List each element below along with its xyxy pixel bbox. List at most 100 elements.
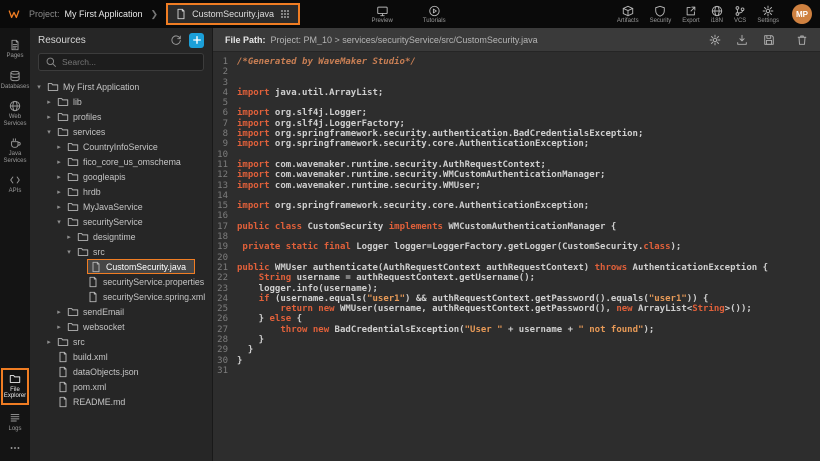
sidebar-item-java-services[interactable]: Java Services bbox=[1, 134, 29, 167]
tree-item-build-xml[interactable]: build.xml bbox=[30, 349, 212, 364]
tree-item-securityservice-spring-xml[interactable]: securityService.spring.xml bbox=[30, 289, 212, 304]
topbar-item-i18n[interactable]: i18N bbox=[711, 5, 723, 24]
code-line-20[interactable]: 20 bbox=[213, 253, 820, 263]
topbar-item-preview[interactable]: Preview bbox=[371, 5, 392, 24]
topbar-item-artifacts[interactable]: Artifacts bbox=[617, 5, 639, 24]
code-line-4[interactable]: 4import java.util.ArrayList; bbox=[213, 88, 820, 98]
chevron-right-icon[interactable]: ▸ bbox=[55, 203, 63, 211]
chevron-right-icon[interactable]: ▸ bbox=[55, 188, 63, 196]
code-line-6[interactable]: 6import org.slf4j.Logger; bbox=[213, 108, 820, 118]
tree-item-src[interactable]: ▾src bbox=[30, 244, 212, 259]
tree-item-src[interactable]: ▸src bbox=[30, 334, 212, 349]
code-line-29[interactable]: 29 } bbox=[213, 345, 820, 355]
topbar-item-tutorials[interactable]: Tutorials bbox=[423, 5, 446, 24]
tree-item-lib[interactable]: ▸lib bbox=[30, 94, 212, 109]
code-line-10[interactable]: 10 bbox=[213, 150, 820, 160]
tree-item-myjavaservice[interactable]: ▸MyJavaService bbox=[30, 199, 212, 214]
settings-icon[interactable] bbox=[709, 34, 721, 46]
tree-item-dataobjects-json[interactable]: dataObjects.json bbox=[30, 364, 212, 379]
tree-item-websocket[interactable]: ▸websocket bbox=[30, 319, 212, 334]
chevron-down-icon[interactable]: ▾ bbox=[45, 128, 53, 136]
code-line-30[interactable]: 30} bbox=[213, 356, 820, 366]
sidebar-item-more-options[interactable] bbox=[1, 439, 29, 457]
add-resource-button[interactable] bbox=[189, 33, 204, 48]
chevron-down-icon[interactable]: ▾ bbox=[55, 218, 63, 226]
code-line-8[interactable]: 8import org.springframework.security.aut… bbox=[213, 129, 820, 139]
tab-customsecurity-java[interactable]: CustomSecurity.java bbox=[166, 3, 300, 25]
sidebar-item-pages[interactable]: Pages bbox=[1, 36, 29, 63]
tree-item-securityservice-properties[interactable]: securityService.properties bbox=[30, 274, 212, 289]
tree-item-googleapis[interactable]: ▸googleapis bbox=[30, 169, 212, 184]
chevron-down-icon[interactable]: ▾ bbox=[35, 83, 43, 91]
topbar-item-export[interactable]: Export bbox=[682, 5, 699, 24]
code-line-14[interactable]: 14 bbox=[213, 191, 820, 201]
code-line-28[interactable]: 28 } bbox=[213, 335, 820, 345]
chevron-right-icon[interactable]: ▸ bbox=[55, 173, 63, 181]
tree-item-designtime[interactable]: ▸designtime bbox=[30, 229, 212, 244]
tree-item-hrdb[interactable]: ▸hrdb bbox=[30, 184, 212, 199]
code-line-26[interactable]: 26 } else { bbox=[213, 314, 820, 324]
file-icon bbox=[57, 396, 69, 408]
code-line-27[interactable]: 27 throw new BadCredentialsException("Us… bbox=[213, 325, 820, 335]
tree-item-services[interactable]: ▾services bbox=[30, 124, 212, 139]
tree-item-pom-xml[interactable]: pom.xml bbox=[30, 379, 212, 394]
refresh-icon[interactable] bbox=[170, 34, 182, 46]
avatar[interactable]: MP bbox=[792, 4, 812, 24]
code-line-17[interactable]: 17public class CustomSecurity implements… bbox=[213, 222, 820, 232]
tree-item-countryinfoservice[interactable]: ▸CountryInfoService bbox=[30, 139, 212, 154]
line-number: 9 bbox=[213, 139, 237, 149]
tree-item-readme-md[interactable]: README.md bbox=[30, 394, 212, 409]
chevron-right-icon[interactable]: ▸ bbox=[55, 323, 63, 331]
code-line-5[interactable]: 5 bbox=[213, 98, 820, 108]
tree-item-profiles[interactable]: ▸profiles bbox=[30, 109, 212, 124]
tree-item-sendemail[interactable]: ▸sendEmail bbox=[30, 304, 212, 319]
chevron-right-icon[interactable]: ▸ bbox=[55, 308, 63, 316]
code-line-9[interactable]: 9import org.springframework.security.cor… bbox=[213, 139, 820, 149]
code-text: } bbox=[237, 356, 242, 366]
code-line-16[interactable]: 16 bbox=[213, 211, 820, 221]
code-line-18[interactable]: 18 bbox=[213, 232, 820, 242]
code-line-3[interactable]: 3 bbox=[213, 78, 820, 88]
code-line-13[interactable]: 13import com.wavemaker.runtime.security.… bbox=[213, 181, 820, 191]
topbar-item-settings[interactable]: Settings bbox=[757, 5, 779, 24]
sidebar-item-web-services[interactable]: Web Services bbox=[1, 97, 29, 130]
tree-item-my-first-application[interactable]: ▾My First Application bbox=[30, 79, 212, 94]
code-line-25[interactable]: 25 return new WMUser(username, authReque… bbox=[213, 304, 820, 314]
sidebar-item-file-explorer[interactable]: File Explorer bbox=[1, 368, 29, 405]
chevron-right-icon[interactable]: ▸ bbox=[45, 98, 53, 106]
chevron-right-icon[interactable]: ▸ bbox=[65, 233, 73, 241]
code-line-2[interactable]: 2 bbox=[213, 67, 820, 77]
code-line-31[interactable]: 31 bbox=[213, 366, 820, 376]
chevron-down-icon[interactable]: ▾ bbox=[65, 248, 73, 256]
topbar-item-vcs[interactable]: VCS bbox=[734, 5, 746, 24]
code-line-19[interactable]: 19 private static final Logger logger=Lo… bbox=[213, 242, 820, 252]
save-icon[interactable] bbox=[763, 34, 775, 46]
tree-item-customsecurity-java[interactable]: CustomSecurity.java bbox=[30, 259, 212, 274]
sidebar-item-databases[interactable]: Databases bbox=[1, 67, 29, 94]
code-line-7[interactable]: 7import org.slf4j.LoggerFactory; bbox=[213, 119, 820, 129]
download-icon[interactable] bbox=[736, 34, 748, 46]
chevron-right-icon[interactable]: ▸ bbox=[45, 113, 53, 121]
code-line-1[interactable]: 1/*Generated by WaveMaker Studio*/ bbox=[213, 57, 820, 67]
code-line-12[interactable]: 12import com.wavemaker.runtime.security.… bbox=[213, 170, 820, 180]
chevron-right-icon[interactable]: ▸ bbox=[45, 338, 53, 346]
chevron-right-icon[interactable]: ▸ bbox=[55, 143, 63, 151]
sidebar-item-logs[interactable]: Logs bbox=[1, 409, 29, 436]
tree-item-securityservice[interactable]: ▾securityService bbox=[30, 214, 212, 229]
code-line-23[interactable]: 23 logger.info(username); bbox=[213, 284, 820, 294]
chevron-right-icon[interactable]: ▸ bbox=[55, 158, 63, 166]
folder-icon bbox=[77, 231, 89, 243]
tree-item-fico-core-us-omschema[interactable]: ▸fico_core_us_omschema bbox=[30, 154, 212, 169]
code-line-15[interactable]: 15import org.springframework.security.co… bbox=[213, 201, 820, 211]
code-line-22[interactable]: 22 String username = authRequestContext.… bbox=[213, 273, 820, 283]
search-input[interactable] bbox=[62, 57, 197, 67]
project-name[interactable]: My First Application bbox=[65, 9, 143, 19]
code-line-21[interactable]: 21public WMUser authenticate(AuthRequest… bbox=[213, 263, 820, 273]
delete-icon[interactable] bbox=[796, 34, 808, 46]
grid-icon[interactable] bbox=[279, 8, 291, 20]
code-line-24[interactable]: 24 if (username.equals("user1") && authR… bbox=[213, 294, 820, 304]
code-editor[interactable]: 1/*Generated by WaveMaker Studio*/234imp… bbox=[213, 52, 820, 461]
topbar-item-security[interactable]: Security bbox=[650, 5, 672, 24]
code-line-11[interactable]: 11import com.wavemaker.runtime.security.… bbox=[213, 160, 820, 170]
sidebar-item-apis[interactable]: APIs bbox=[1, 171, 29, 198]
